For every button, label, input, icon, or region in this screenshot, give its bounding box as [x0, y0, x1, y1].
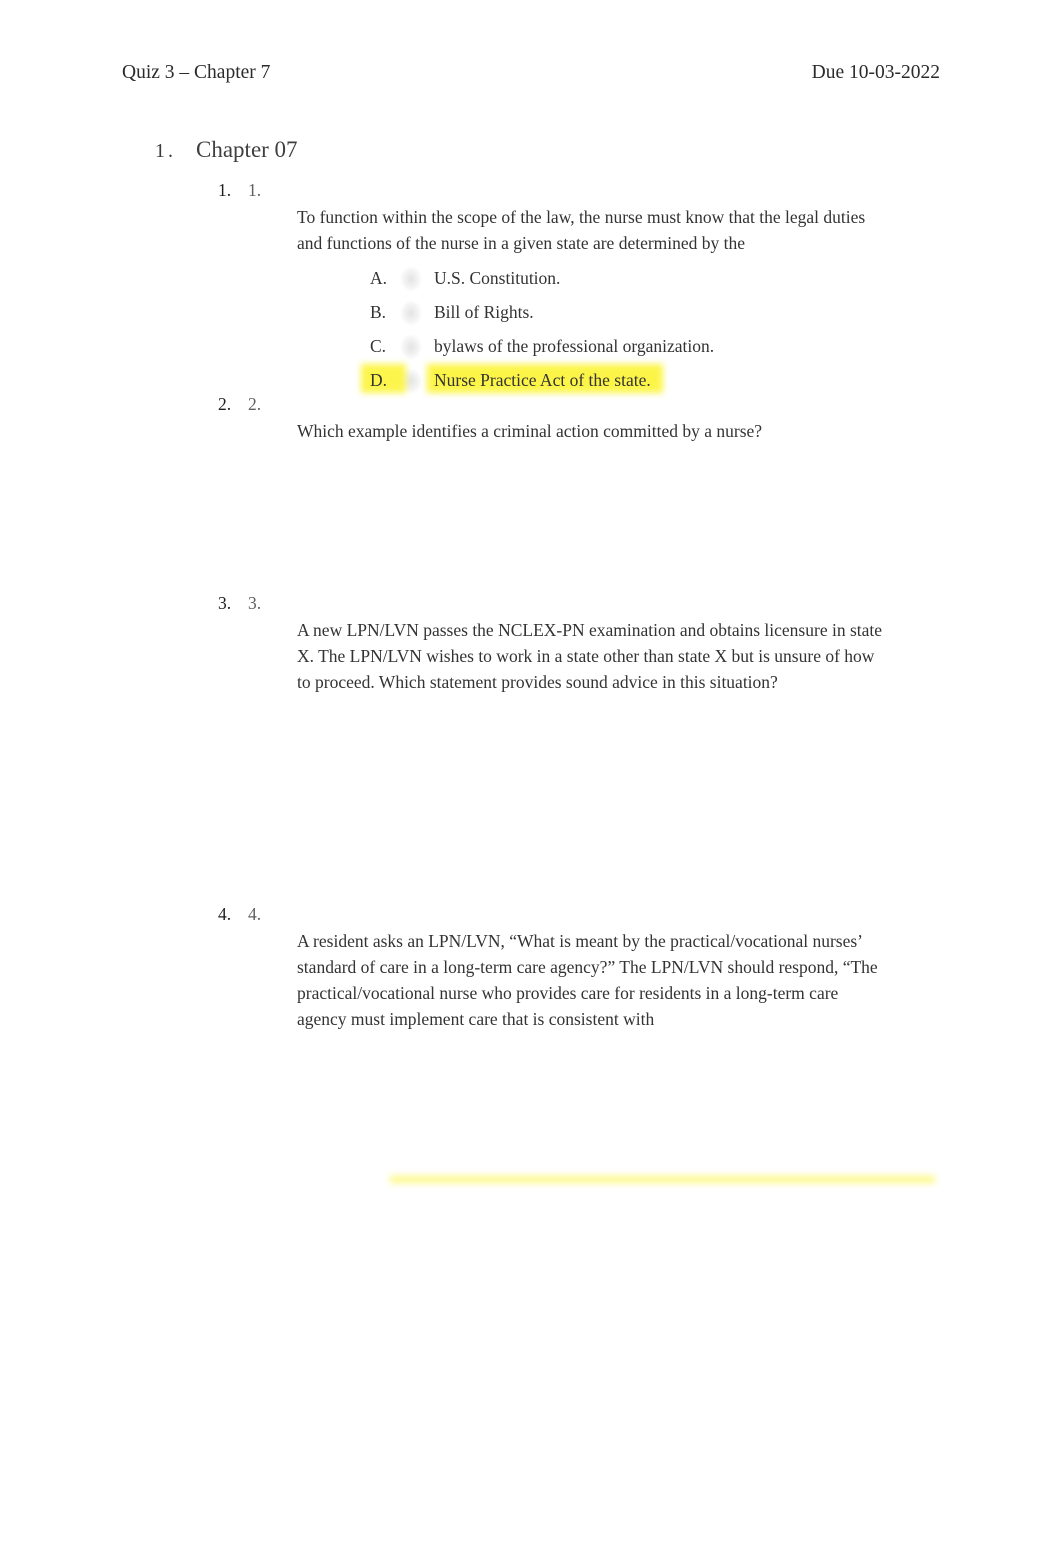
- stray-highlight-mark: [390, 1174, 935, 1186]
- option-letter: C.: [370, 336, 387, 356]
- option-text: bylaws of the professional organization.: [434, 336, 715, 356]
- document-page: Quiz 3 – Chapter 7 Due 10-03-2022 1. Cha…: [0, 0, 1062, 1561]
- question-inner-marker: 3.: [248, 593, 262, 613]
- question-outer-marker: 2.: [218, 394, 232, 414]
- header-due-date: Due 10-03-2022: [811, 62, 940, 83]
- option-letter: B.: [370, 302, 387, 322]
- header-quiz-title: Quiz 3 – Chapter 7: [122, 62, 271, 83]
- option-text: Bill of Rights.: [434, 302, 534, 322]
- question-stem: Which example identifies a criminal acti…: [297, 421, 763, 441]
- question-markers: 1. 1.: [218, 178, 889, 202]
- question-item: 4. 4. A resident asks an LPN/LVN, “What …: [218, 902, 889, 1032]
- document-header: Quiz 3 – Chapter 7 Due 10-03-2022: [122, 60, 940, 86]
- question-outer-marker: 4.: [218, 904, 232, 924]
- answer-option[interactable]: A. U.S. Constitution.: [370, 265, 889, 299]
- question-inner-marker: 4.: [248, 904, 262, 924]
- chapter-title-text: Chapter 07: [196, 137, 298, 162]
- question-markers: 4. 4.: [218, 902, 889, 926]
- answer-option-list: A. U.S. Constitution. B. Bill of Rights.…: [370, 265, 889, 401]
- question-inner-marker: 2.: [248, 394, 262, 414]
- option-letter: D.: [370, 367, 434, 393]
- chapter-heading: 1. Chapter 07: [155, 136, 298, 165]
- question-markers: 3. 3.: [218, 591, 889, 615]
- question-item: 1. 1. To function within the scope of th…: [218, 178, 889, 401]
- question-markers: 2. 2.: [218, 392, 889, 416]
- option-text: Nurse Practice Act of the state.: [434, 367, 651, 393]
- answer-option[interactable]: B. Bill of Rights.: [370, 299, 889, 333]
- question-item: 2. 2. Which example identifies a crimina…: [218, 392, 889, 444]
- question-outer-marker: 1.: [218, 180, 232, 200]
- chapter-list-marker: 1.: [155, 140, 176, 162]
- question-outer-marker: 3.: [218, 593, 232, 613]
- answer-option[interactable]: C. bylaws of the professional organizati…: [370, 333, 889, 367]
- option-letter: A.: [370, 268, 388, 288]
- option-text: U.S. Constitution.: [434, 268, 561, 288]
- question-stem: A new LPN/LVN passes the NCLEX-PN examin…: [297, 620, 883, 692]
- question-item: 3. 3. A new LPN/LVN passes the NCLEX-PN …: [218, 591, 889, 695]
- question-stem: To function within the scope of the law,…: [297, 207, 866, 253]
- question-inner-marker: 1.: [248, 180, 262, 200]
- question-stem: A resident asks an LPN/LVN, “What is mea…: [297, 931, 878, 1029]
